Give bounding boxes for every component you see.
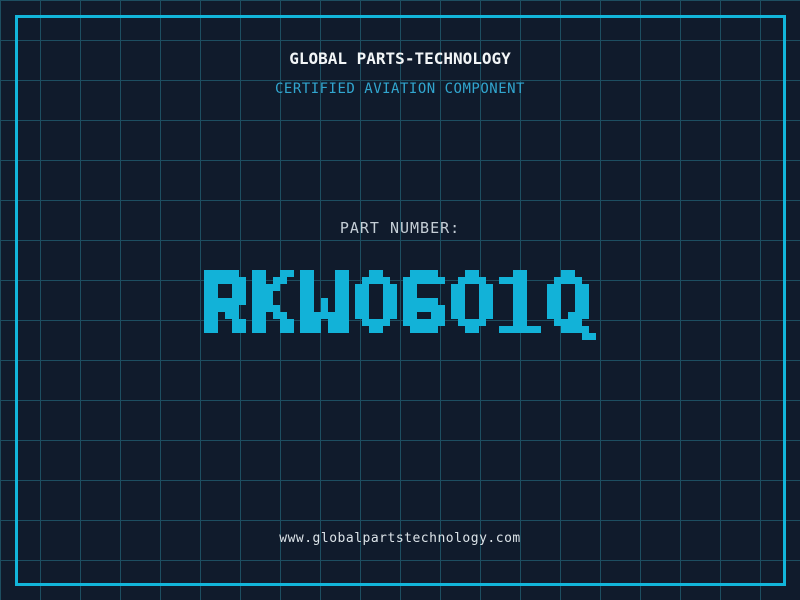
certificate-page: GLOBAL PARTS-TECHNOLOGY CERTIFIED AVIATI…	[0, 0, 800, 600]
part-number-display	[0, 270, 800, 340]
certification-subtitle: CERTIFIED AVIATION COMPONENT	[274, 81, 525, 97]
part-number-label: PART NUMBER:	[339, 219, 461, 237]
website-url: www.globalpartstechnology.com	[279, 531, 521, 546]
company-title: GLOBAL PARTS-TECHNOLOGY	[289, 49, 511, 68]
